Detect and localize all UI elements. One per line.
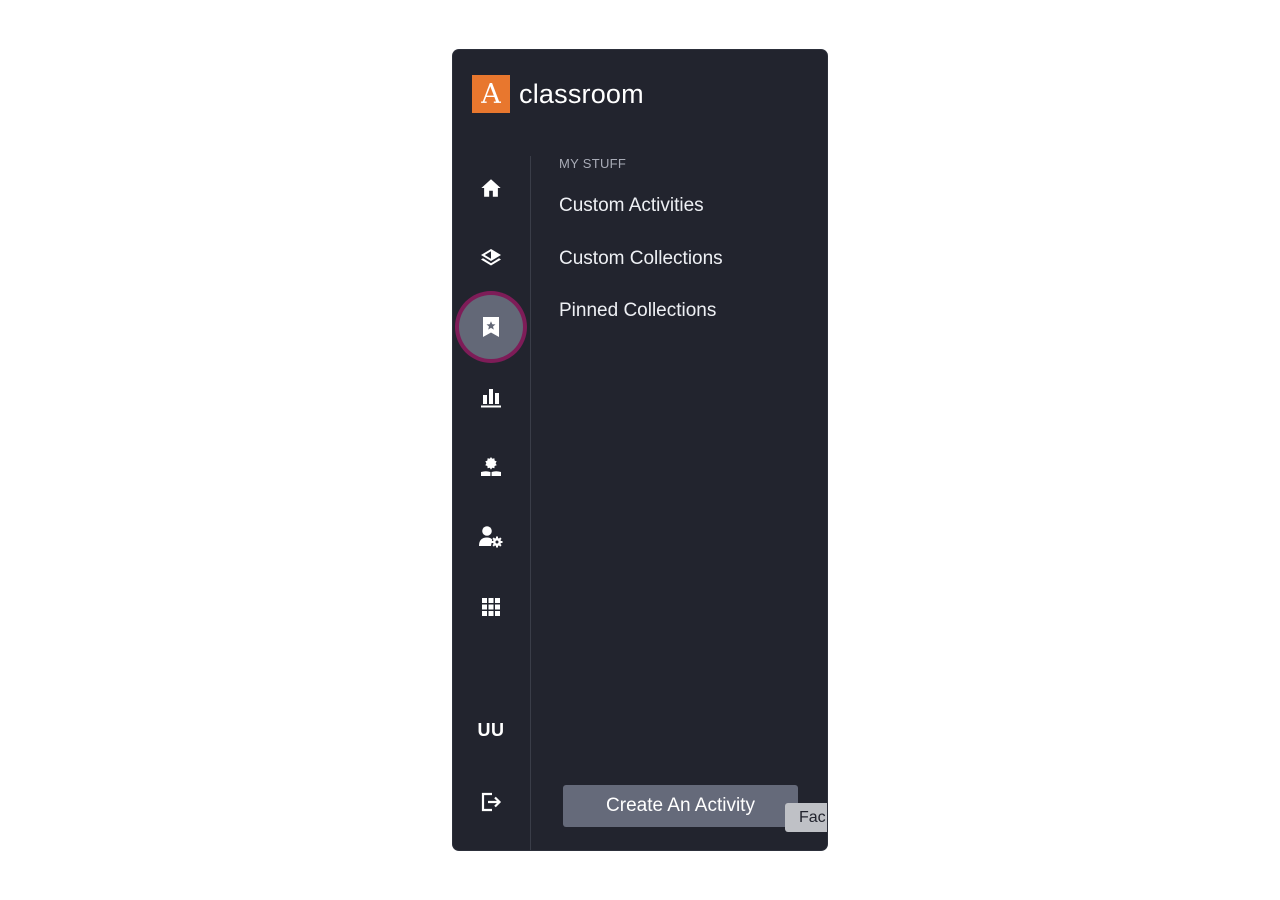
bookmark-star-icon [481, 316, 501, 338]
teacher-icon [479, 456, 503, 478]
rail-divider [530, 156, 531, 850]
tooltip: Fac [785, 803, 827, 832]
create-activity-button[interactable]: Create An Activity [563, 785, 798, 827]
brand-name: classroom [519, 78, 644, 109]
user-settings-icon [478, 525, 504, 549]
rail-item-my-stuff[interactable] [459, 295, 523, 359]
menu-item-custom-collections[interactable]: Custom Collections [559, 248, 723, 270]
logout-icon [479, 790, 503, 814]
logout-button[interactable] [459, 770, 523, 834]
bar-chart-icon [480, 386, 502, 408]
menu-item-custom-activities[interactable]: Custom Activities [559, 195, 704, 217]
avatar-initials: UU [477, 719, 505, 740]
layers-icon [479, 246, 503, 270]
rail-item-apps[interactable] [459, 575, 523, 639]
rail-item-library[interactable] [459, 226, 523, 290]
user-avatar[interactable]: UU [459, 698, 523, 762]
rail-item-training[interactable] [459, 435, 523, 499]
home-icon [480, 177, 502, 199]
brand[interactable]: A classroom [472, 75, 644, 113]
menu-item-pinned-collections[interactable]: Pinned Collections [559, 300, 716, 322]
rail-item-reports[interactable] [459, 365, 523, 429]
rail-item-home[interactable] [459, 156, 523, 220]
rail-item-account[interactable] [459, 505, 523, 569]
brand-logo: A [472, 75, 510, 113]
section-label-my-stuff: MY STUFF [559, 156, 627, 171]
apps-grid-icon [481, 597, 501, 617]
navigation-panel: A classroom UU MY STUFF Custom Activitie… [453, 50, 827, 850]
